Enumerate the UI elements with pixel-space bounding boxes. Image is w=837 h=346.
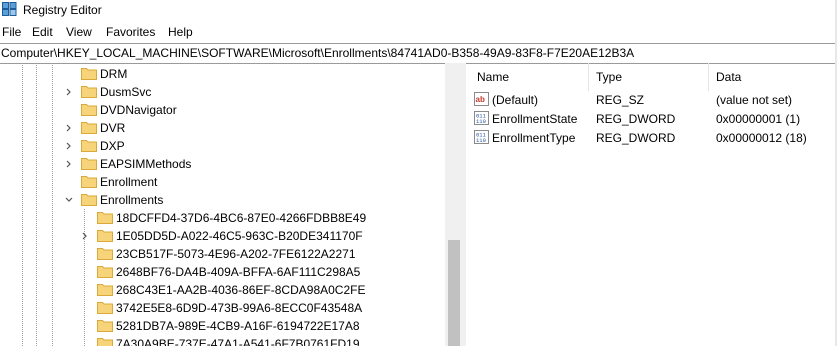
chevron-right-icon[interactable] [64,159,74,169]
tree-scrollbar-thumb[interactable] [448,240,460,346]
value-name: (Default) [492,93,539,107]
menu-view[interactable]: View [66,25,92,39]
tree-node[interactable]: 268C43E1-AA2B-4036-86EF-8CDA98A0C2FE [0,281,445,299]
column-header-data[interactable]: Data [716,70,741,84]
value-row[interactable]: 011 110 EnrollmentState REG_DWORD 0x00000001… [473,110,833,128]
folder-icon [97,248,113,260]
tree-node-label: EAPSIMMethods [100,157,192,171]
folder-icon [97,266,113,278]
chevron-right-icon[interactable] [64,123,74,133]
tree-node-label: DVR [100,121,126,135]
folder-icon [97,212,113,224]
value-data: (value not set) [716,93,793,107]
menu-file[interactable]: File [2,25,21,39]
address-path[interactable]: Computer\HKEY_LOCAL_MACHINE\SOFTWARE\Mic… [1,46,634,60]
tree-node-label: 1E05DD5D-A022-46C5-963C-B20DE341170F [116,229,363,243]
value-data: 0x00000012 (18) [716,131,807,145]
tree-node[interactable]: DVDNavigator [0,101,445,119]
tree-node[interactable]: 1E05DD5D-A022-46C5-963C-B20DE341170F [0,227,445,245]
tree-node[interactable]: 5281DB7A-989E-4CB9-A16F-6194722E17A8 [0,317,445,335]
key-tree-pane[interactable]: DRM DusmSvc DVDNavigator DVR DXP EAPSIMMethod… [0,63,463,346]
tree-node[interactable]: DRM [0,65,445,83]
column-divider[interactable] [708,63,709,91]
tree-node-label: DVDNavigator [100,103,177,117]
tree-node[interactable]: DVR [0,119,445,137]
chevron-down-icon[interactable] [64,195,74,205]
string-value-icon: ab [474,92,489,106]
folder-icon [81,176,97,188]
binary-value-icon: 011110 [474,111,489,125]
tree-node-label: Enrollments [100,193,164,207]
value-type: REG_SZ [596,93,645,107]
tree-node[interactable]: 18DCFFD4-37D6-4BC6-87E0-4266FDBB8E49 [0,209,445,227]
folder-icon [81,158,97,170]
folder-icon [81,194,97,206]
value-type: REG_DWORD [596,131,676,145]
tree-node[interactable]: 3742E5E8-6D9D-473B-99A6-8ECC0F43548A [0,299,445,317]
folder-icon [97,302,113,314]
tree-node[interactable]: 23CB517F-5073-4E96-A202-7FE6122A2271 [0,245,445,263]
menu-bar: File Edit View Favorites Help [0,22,837,42]
tree-node[interactable]: EAPSIMMethods [0,155,445,173]
tree-node[interactable]: 2648BF76-DA4B-409A-BFFA-6AF111C298A5 [0,263,445,281]
folder-icon [97,284,113,296]
value-type: REG_DWORD [596,112,676,126]
column-header-type[interactable]: Type [596,70,622,84]
value-data: 0x00000001 (1) [716,112,801,126]
tree-node[interactable]: 7A30A9BE-737E-47A1-A541-6F7B0761FD19 [0,335,445,346]
address-bar[interactable]: Computer\HKEY_LOCAL_MACHINE\SOFTWARE\Mic… [0,43,835,64]
menu-favorites[interactable]: Favorites [106,25,155,39]
tree-node-label: 3742E5E8-6D9D-473B-99A6-8ECC0F43548A [116,301,363,315]
tree-node[interactable]: DXP [0,137,445,155]
tree-node-label: 268C43E1-AA2B-4036-86EF-8CDA98A0C2FE [116,283,366,297]
value-name: EnrollmentType [492,131,576,145]
tree-node[interactable]: DusmSvc [0,83,445,101]
tree-node-label: 7A30A9BE-737E-47A1-A541-6F7B0761FD19 [116,337,360,346]
tree-node-label: DRM [100,67,128,81]
tree-node[interactable]: Enrollment [0,173,445,191]
binary-value-icon: 011110 [474,130,489,144]
tree-node-label: DXP [100,139,125,153]
value-row[interactable]: ab (Default) REG_SZ (value not set) [473,91,833,109]
folder-icon [81,68,97,80]
svg-text:110: 110 [476,118,486,125]
value-row[interactable]: 011 110 EnrollmentType REG_DWORD 0x00000012 … [473,129,833,147]
folder-icon [97,230,113,242]
tree-node-label: Enrollment [100,175,158,189]
registry-editor-icon [2,2,17,16]
menu-help[interactable]: Help [168,25,193,39]
tree-node-label: DusmSvc [100,85,152,99]
column-divider[interactable] [588,63,589,91]
title-bar: Registry Editor [0,0,837,22]
folder-icon [97,320,113,332]
folder-icon [81,104,97,116]
folder-icon [97,338,113,346]
svg-text:110: 110 [476,137,486,144]
tree-node-label: 23CB517F-5073-4E96-A202-7FE6122A2271 [116,247,356,261]
window-title: Registry Editor [23,3,102,17]
svg-text:ab: ab [476,95,485,104]
chevron-right-icon[interactable] [80,231,90,241]
menu-edit[interactable]: Edit [32,25,53,39]
folder-icon [81,140,97,152]
folder-icon [81,122,97,134]
tree-node[interactable]: Enrollments [0,191,445,209]
tree-node-label: 5281DB7A-989E-4CB9-A16F-6194722E17A8 [116,319,360,333]
tree-node-label: 2648BF76-DA4B-409A-BFFA-6AF111C298A5 [116,265,361,279]
tree-node-label: 18DCFFD4-37D6-4BC6-87E0-4266FDBB8E49 [116,211,367,225]
chevron-right-icon[interactable] [64,141,74,151]
value-name: EnrollmentState [492,112,578,126]
chevron-right-icon[interactable] [64,87,74,97]
column-header-name[interactable]: Name [477,70,509,84]
folder-icon [81,86,97,98]
